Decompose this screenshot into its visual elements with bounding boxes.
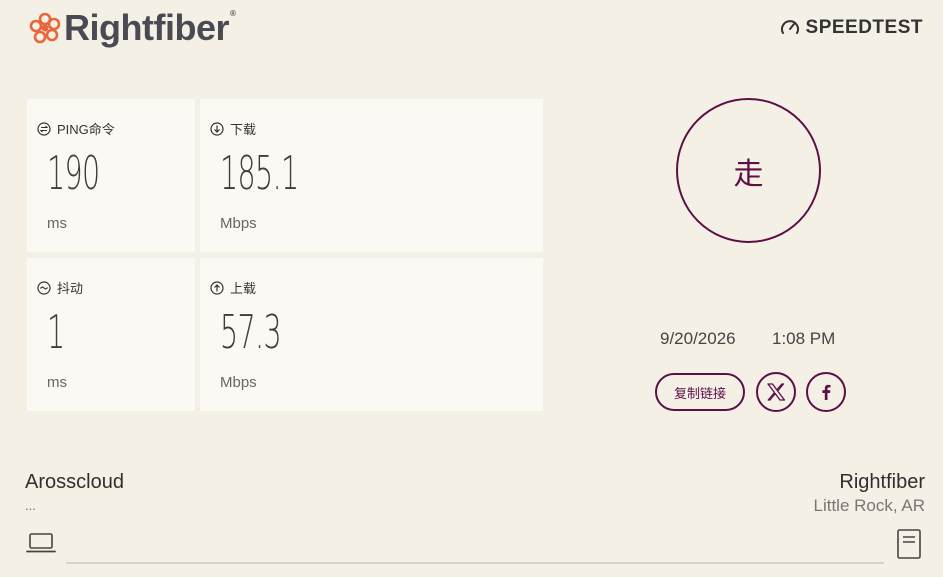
jitter-label: 抖动 (57, 281, 84, 296)
speedtest-label: SPEEDTEST (805, 17, 923, 38)
server-icon (897, 529, 921, 559)
ping-label: PING命令 (57, 122, 115, 137)
copy-link-button[interactable]: 复制链接 (655, 373, 745, 411)
server-location: Little Rock, AR (813, 496, 926, 515)
upload-card: 上载 57.3 Mbps (200, 258, 543, 411)
speedometer-icon (780, 20, 799, 34)
share-x-button[interactable] (756, 372, 796, 412)
speedtest-brand[interactable]: SPEEDTEST (780, 17, 923, 39)
upload-unit: Mbps (220, 374, 257, 391)
ping-unit: ms (47, 215, 67, 232)
download-value: 185.1 (220, 146, 299, 200)
go-button[interactable]: 走 (676, 98, 821, 243)
download-label: 下载 (230, 122, 257, 137)
isp-ip: ... (25, 498, 36, 513)
server-name[interactable]: Rightfiber (839, 471, 925, 494)
laptop-icon (26, 533, 56, 553)
upload-arrow-icon (210, 280, 224, 295)
rightfiber-logo-icon (29, 12, 61, 44)
brand-reg-mark: ® (229, 9, 236, 18)
jitter-icon (37, 280, 51, 295)
jitter-card: 抖动 1 ms (27, 258, 195, 411)
result-time: 1:08 PM (772, 329, 836, 348)
download-unit: Mbps (220, 215, 257, 232)
isp-name: Arosscloud (25, 471, 124, 493)
connection-line (66, 562, 884, 564)
brand-logo[interactable]: Rightfiber® (28, 7, 236, 48)
result-date: 9/20/2026 (660, 329, 736, 348)
upload-label: 上载 (230, 281, 257, 296)
download-card: 下载 185.1 Mbps (200, 99, 543, 252)
ping-card: PING命令 190 ms (27, 99, 195, 252)
brand-name: Rightfiber (64, 7, 229, 48)
jitter-value: 1 (47, 305, 65, 359)
jitter-unit: ms (47, 374, 67, 391)
facebook-icon (822, 384, 831, 400)
ping-icon (37, 121, 51, 136)
download-arrow-icon (210, 121, 224, 136)
ping-value: 190 (47, 146, 100, 200)
share-facebook-button[interactable] (806, 372, 846, 412)
x-logo-icon (767, 383, 786, 401)
upload-value: 57.3 (220, 305, 282, 359)
